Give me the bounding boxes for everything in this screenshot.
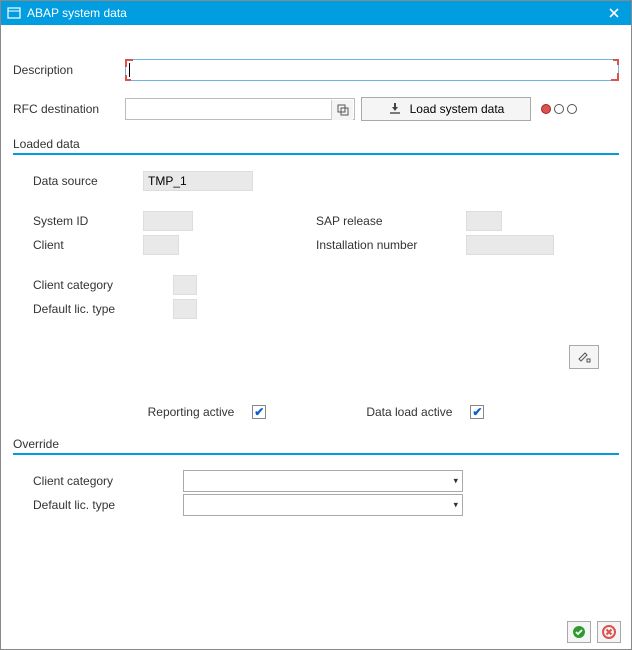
load-button-label: Load system data [410,102,505,116]
reporting-active-checkbox[interactable]: ✔ [252,405,266,419]
loaded-data-section-title: Loaded data [13,137,619,155]
override-client-category-label: Client category [33,474,183,488]
system-id-value [143,211,193,231]
chevron-down-icon: ▾ [453,476,458,487]
status-light-off [567,104,577,114]
status-lights [541,104,577,114]
settings-button[interactable] [569,345,599,369]
override-default-lic-label: Default lic. type [33,498,183,512]
description-input[interactable] [125,59,619,81]
window-title: ABAP system data [27,6,603,20]
override-section-title: Override [13,437,619,455]
system-id-label: System ID [33,214,143,228]
download-icon [388,102,402,117]
cancel-button[interactable] [597,621,621,643]
install-no-value [466,235,554,255]
client-label: Client [33,238,143,252]
data-source-label: Data source [33,174,143,188]
override-default-lic-select[interactable]: ▾ [183,494,463,516]
data-load-active-label: Data load active [366,405,452,419]
client-category-value [173,275,197,295]
window-icon [7,6,21,20]
f4-help-button[interactable] [331,100,353,120]
override-client-category-select[interactable]: ▾ [183,470,463,492]
data-load-active-checkbox[interactable]: ✔ [470,405,484,419]
rfc-destination-input[interactable] [125,98,355,120]
sap-release-label: SAP release [316,214,466,228]
sap-release-value [466,211,502,231]
client-category-label: Client category [33,278,173,292]
status-light-off [554,104,564,114]
install-no-label: Installation number [316,238,466,252]
title-bar: ABAP system data [1,1,631,25]
load-system-data-button[interactable]: Load system data [361,97,531,121]
description-label: Description [13,63,125,77]
default-lic-type-label: Default lic. type [33,302,173,316]
close-button[interactable] [603,3,625,23]
reporting-active-label: Reporting active [148,405,235,419]
ok-button[interactable] [567,621,591,643]
data-source-value: TMP_1 [143,171,253,191]
chevron-down-icon: ▾ [453,500,458,511]
client-value [143,235,179,255]
status-light-red [541,104,551,114]
rfc-destination-label: RFC destination [13,102,125,116]
dialog-window: ABAP system data Description RFC destina… [0,0,632,650]
default-lic-type-value [173,299,197,319]
